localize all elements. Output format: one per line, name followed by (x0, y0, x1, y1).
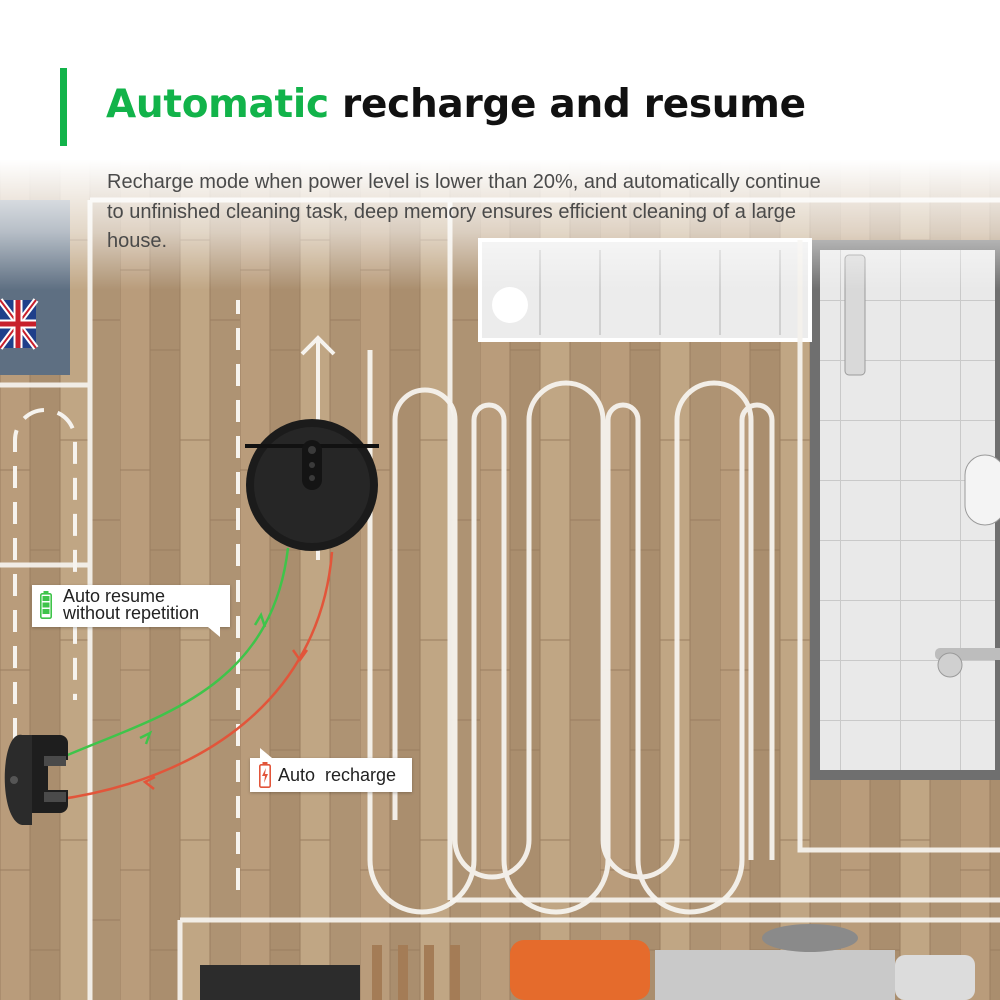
callout-tail (260, 748, 272, 758)
description-text: Recharge mode when power level is lower … (107, 171, 821, 252)
auto-recharge-label: Auto recharge (278, 765, 397, 785)
battery-full-icon (40, 591, 52, 619)
title-highlight: Automatic (106, 82, 329, 127)
battery-low-icon (259, 762, 271, 788)
page-title: Automatic recharge and resume (106, 82, 806, 127)
auto-resume-line2: without repetition (63, 603, 200, 623)
callout-tail (208, 627, 220, 637)
accent-bar (60, 68, 67, 146)
auto-recharge-callout: Auto recharge (250, 748, 412, 792)
auto-resume-callout: Auto resume without repetition (32, 585, 230, 637)
title-rest: recharge and resume (328, 82, 806, 127)
